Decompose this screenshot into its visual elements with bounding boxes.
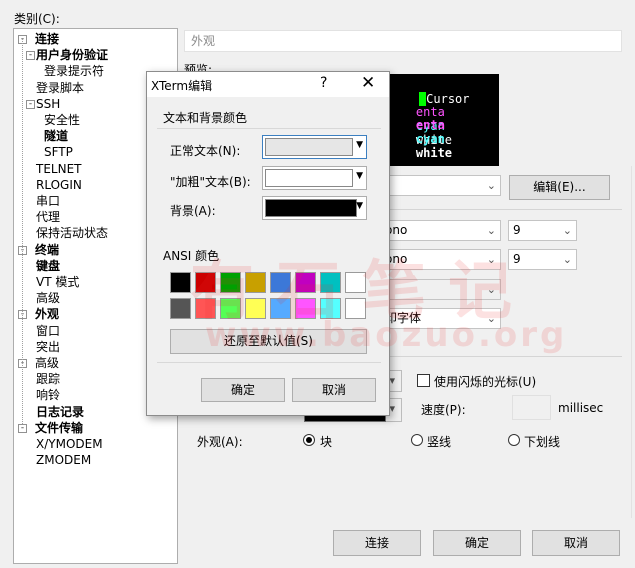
preview-cyan-bold: cyan [415,132,445,146]
tree-item[interactable]: SSH [36,96,60,112]
tree-item[interactable]: 登录脚本 [36,80,84,96]
tree-item[interactable]: ZMODEM [36,452,91,468]
background-label: 背景(A): [170,204,216,218]
tree-item[interactable]: 连接 [35,31,59,47]
tree-item[interactable]: VT 模式 [36,274,79,290]
chevron-down-icon: ▼ [356,140,363,150]
tree-item[interactable]: 外观 [35,306,59,322]
dialog-divider [157,362,381,363]
panel-title: 外观 [184,30,622,52]
ansi-color-swatch[interactable] [170,298,191,319]
chevron-down-icon: ▼ [356,171,363,181]
normal-text-color-picker[interactable]: ▼ [262,135,367,159]
preview-magenta-bold: enta [415,118,445,132]
collapse-icon[interactable]: - [18,423,27,433]
ansi-color-swatch[interactable] [170,272,191,293]
dialog-titlebar[interactable]: XTerm编辑 ? ✕ [147,72,389,97]
tree-item[interactable]: 突出 [36,339,60,355]
watermark-url: www.baozuo.org [205,315,568,355]
normal-text-swatch [265,138,353,156]
bold-text-swatch [265,169,353,187]
bold-text-color-picker[interactable]: ▼ [262,166,367,190]
chevron-down-icon: ▼ [356,201,363,211]
bold-text-label: "加粗"文本(B): [170,175,251,189]
tree-item[interactable]: 窗口 [36,323,60,339]
tree-item[interactable]: X/YMODEM [36,436,103,452]
collapse-icon[interactable]: - [26,99,35,109]
cancel-button[interactable]: 取消 [532,530,620,556]
tree-item[interactable]: RLOGIN [36,177,82,193]
tree-item[interactable]: TELNET [36,161,82,177]
tree-item[interactable]: 登录提示符 [44,63,104,79]
category-label: 类别(C): [14,12,60,26]
tree-item[interactable]: 隧道 [44,128,68,144]
preview-white-bold: white [415,146,453,160]
background-color-picker[interactable]: ▼ [262,196,367,220]
tree-connector [22,39,23,424]
tree-item[interactable]: 安全性 [44,112,80,128]
close-icon[interactable]: ✕ [361,73,375,93]
tree-item[interactable]: 高级 [36,290,60,306]
tree-item[interactable]: 跟踪 [36,371,60,387]
tree-item[interactable]: 响铃 [36,387,60,403]
background-swatch [265,199,357,217]
tree-item[interactable]: 高级 [35,355,59,371]
tree-item[interactable]: 键盘 [36,258,60,274]
dialog-cancel-button[interactable]: 取消 [292,378,376,402]
dialog-title: XTerm编辑 [151,79,213,93]
tree-item[interactable]: 串口 [36,193,60,209]
tree-item[interactable]: 日志记录 [36,404,84,420]
help-icon[interactable]: ? [320,75,327,91]
tree-item[interactable]: 终端 [35,242,59,258]
tree-item[interactable]: 用户身份验证 [36,47,108,63]
connect-button[interactable]: 连接 [333,530,421,556]
collapse-icon[interactable]: - [26,51,35,61]
text-bg-color-group-label: 文本和背景颜色 [163,111,248,125]
normal-text-label: 正常文本(N): [170,144,241,158]
ok-button[interactable]: 确定 [433,530,521,556]
dialog-ok-button[interactable]: 确定 [201,378,285,402]
tree-item[interactable]: 文件传输 [35,420,83,436]
tree-item[interactable]: 代理 [36,209,60,225]
tree-item[interactable]: 保持活动状态 [36,225,108,241]
tree-item[interactable]: SFTP [44,144,73,160]
